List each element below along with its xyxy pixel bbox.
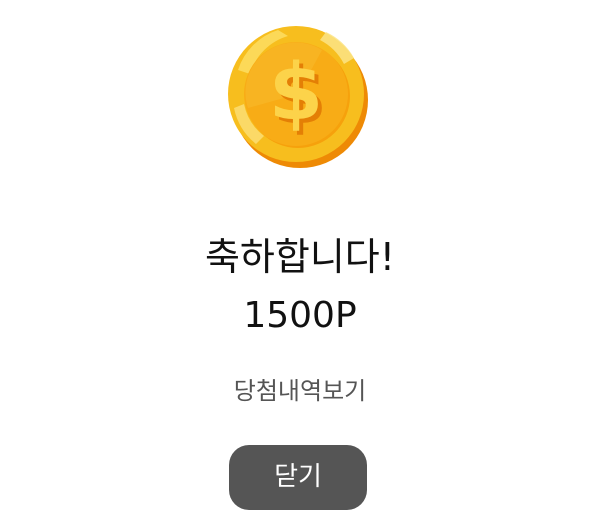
points-amount: 1500P (243, 295, 357, 336)
congratulations-title: 축하합니다! (204, 235, 396, 279)
winning-history-link-label: 당첨내역보기 (233, 377, 367, 405)
winning-history-link[interactable]: 당첨내역보기 (0, 374, 600, 408)
svg-text:$: $ (269, 48, 323, 138)
reward-modal: $ $ 축하합니다! 1500P 당첨내역보기 닫기 (0, 0, 600, 529)
dollar-coin-icon: $ $ (226, 22, 370, 170)
close-button[interactable]: 닫기 (229, 445, 367, 510)
